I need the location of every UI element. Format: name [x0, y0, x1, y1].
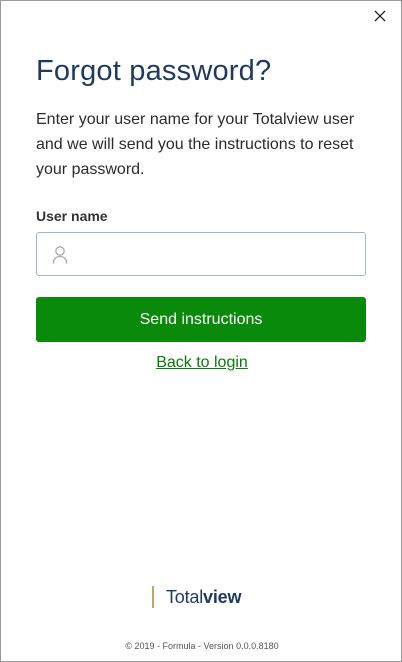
- logo-bar: [152, 586, 154, 608]
- footer-version-text: © 2019 - Formula - Version 0.0.0.8180: [125, 641, 279, 651]
- logo-text: Totalview: [166, 586, 242, 607]
- send-instructions-button[interactable]: Send instructions: [36, 297, 366, 342]
- username-input[interactable]: [79, 237, 361, 273]
- username-label: User name: [36, 208, 108, 224]
- close-icon: [374, 10, 386, 22]
- user-icon: [51, 245, 69, 265]
- instructions-text: Enter your user name for your Totalview …: [36, 111, 355, 178]
- username-field[interactable]: [36, 232, 366, 276]
- back-link-container: Back to login: [1, 354, 402, 372]
- page-title: Forgot password?: [36, 55, 272, 87]
- totalview-logo: Totalview: [152, 586, 241, 608]
- dialog-window: Forgot password? Enter your user name fo…: [0, 0, 402, 662]
- back-to-login-link[interactable]: Back to login: [156, 354, 248, 371]
- close-button[interactable]: [369, 5, 391, 27]
